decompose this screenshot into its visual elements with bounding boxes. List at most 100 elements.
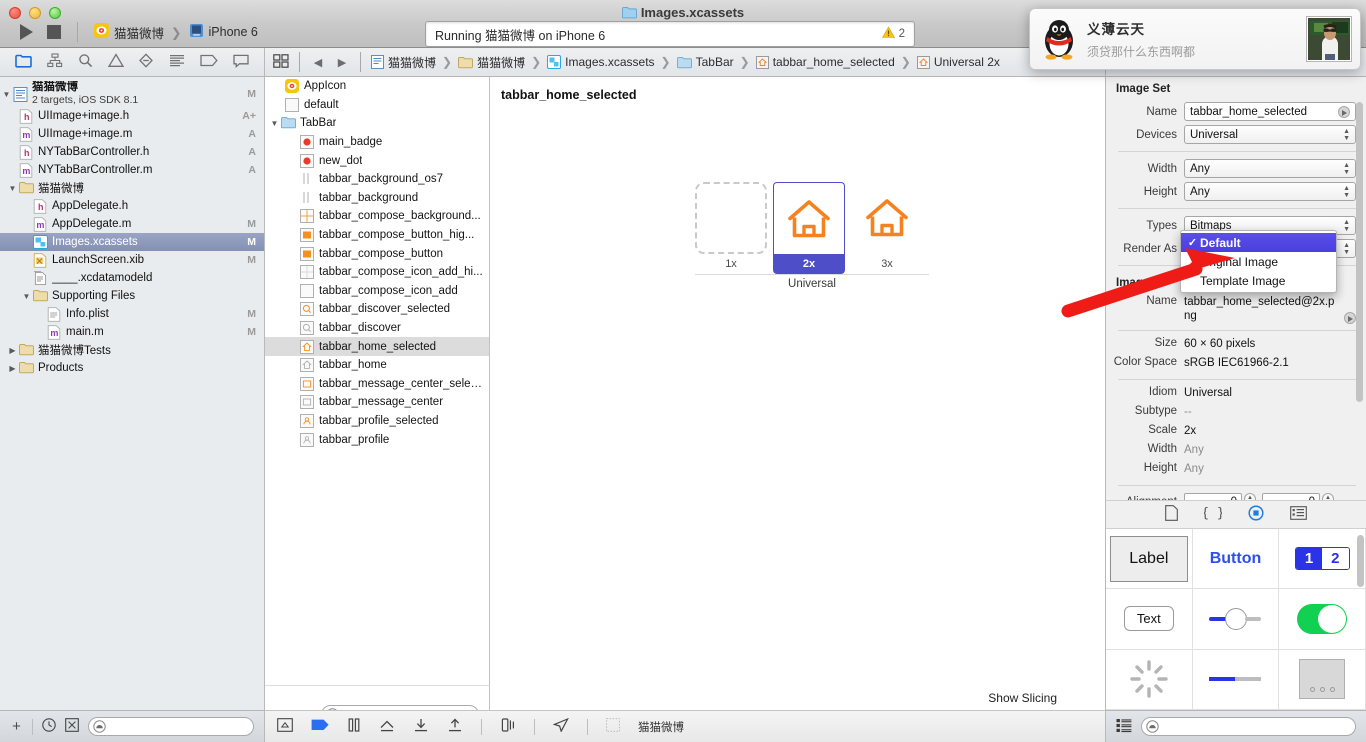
run-button[interactable]	[20, 24, 33, 40]
tree-row[interactable]: LaunchScreen.xib M	[0, 251, 264, 269]
activity-status-field[interactable]: Running 猫猫微博 on iPhone 6 2	[425, 21, 915, 47]
reveal-icon[interactable]	[1338, 105, 1350, 118]
navigator-selector-bar[interactable]	[0, 48, 265, 77]
step-into-icon[interactable]	[413, 718, 429, 735]
library-search-input[interactable]	[1141, 717, 1356, 736]
pause-icon[interactable]	[347, 718, 361, 735]
asset-row[interactable]: tabbar_profile	[265, 430, 489, 449]
tree-row-group[interactable]: ▶ Products	[0, 359, 264, 377]
project-navigator-icon[interactable]	[15, 53, 33, 71]
asset-row-selected[interactable]: tabbar_home_selected	[265, 337, 489, 356]
asset-row[interactable]: default	[265, 96, 489, 115]
asset-row[interactable]: main_badge	[265, 133, 489, 152]
asset-group-row[interactable]: ▼ TabBar	[265, 114, 489, 133]
location-arrow-icon[interactable]	[552, 717, 569, 735]
show-slicing-bar[interactable]: Show Slicing	[490, 686, 1105, 710]
breadcrumb-item-0[interactable]: 猫猫微博	[371, 54, 436, 71]
code-snippet-library-icon[interactable]: { }	[1201, 505, 1224, 524]
library-item-button[interactable]: Button	[1192, 529, 1280, 590]
debug-navigator-icon[interactable]	[169, 54, 185, 70]
width-popup[interactable]: Any ▲ ▼	[1184, 159, 1356, 178]
scale-slot-1x[interactable]: 1x	[695, 182, 767, 274]
filter-search-input[interactable]	[88, 717, 254, 736]
step-out-icon[interactable]	[447, 718, 463, 735]
asset-row[interactable]: tabbar_message_center	[265, 393, 489, 412]
field-row-width[interactable]: Width Any ▲ ▼	[1106, 157, 1366, 180]
back-button[interactable]: ◀	[310, 56, 326, 69]
project-navigator[interactable]: ▼ 猫猫微博 2 targets, iOS SDK 8.1 M h UIImag…	[0, 77, 265, 710]
asset-row[interactable]: tabbar_discover	[265, 319, 489, 338]
library-item-page-control[interactable]	[1279, 649, 1366, 710]
slot-image-3x[interactable]	[851, 182, 923, 254]
asset-row[interactable]: tabbar_profile_selected	[265, 412, 489, 431]
editor-jump-bar[interactable]: ◀ ▶ 猫猫微博 ❯ 猫猫微博 ❯ Images.xcassets ❯ TabB…	[265, 48, 1105, 77]
hierarchy-navigator-icon[interactable]	[47, 53, 63, 71]
filter-icon[interactable]	[65, 718, 79, 735]
object-library-icon[interactable]	[1248, 505, 1264, 524]
test-navigator-icon[interactable]	[138, 53, 154, 71]
library-scrollbar[interactable]	[1357, 535, 1364, 587]
slot-image-2x[interactable]	[773, 182, 845, 254]
issue-counter[interactable]: 2	[881, 26, 905, 42]
library-item-slider[interactable]	[1192, 589, 1280, 650]
inspector-scrollbar[interactable]	[1356, 102, 1363, 402]
dropdown-option-original-image[interactable]: Original Image	[1181, 252, 1336, 271]
field-row-devices[interactable]: Devices Universal ▲ ▼	[1106, 123, 1366, 146]
breakpoint-navigator-icon[interactable]	[200, 54, 218, 70]
report-navigator-icon[interactable]	[232, 54, 249, 71]
library-item-progress-view[interactable]	[1192, 649, 1280, 710]
asset-row[interactable]: tabbar_compose_icon_add_hi...	[265, 263, 489, 282]
tree-row[interactable]: Info.plist M	[0, 305, 264, 323]
qq-notification-banner[interactable]: 义薄云天 须贷那什么东西啊都	[1029, 8, 1361, 70]
disclosure-triangle[interactable]: ▶	[6, 364, 19, 373]
asset-row[interactable]: tabbar_background_os7	[265, 170, 489, 189]
asset-row[interactable]: new_dot	[265, 151, 489, 170]
asset-catalog-list[interactable]: AppIcon default ▼ TabBar main_badge new_…	[265, 77, 490, 685]
tree-row[interactable]: m UIImage+image.m A	[0, 125, 264, 143]
breadcrumb-item-4[interactable]: tabbar_home_selected	[755, 55, 895, 69]
breadcrumb[interactable]: 猫猫微博 ❯ 猫猫微博 ❯ Images.xcassets ❯ TabBar ❯…	[371, 54, 1000, 71]
breadcrumb-item-5[interactable]: Universal 2x	[916, 55, 1000, 69]
tree-row-project[interactable]: ▼ 猫猫微博 2 targets, iOS SDK 8.1 M	[0, 81, 264, 107]
tree-row[interactable]: h AppDelegate.h	[0, 197, 264, 215]
stop-button[interactable]	[47, 25, 61, 39]
library-item-segmented-control[interactable]: 12	[1279, 529, 1366, 590]
scheme-selector[interactable]: 猫猫微博 ❯ iPhone 6	[94, 23, 258, 42]
library-item-label[interactable]: Label	[1106, 529, 1193, 590]
asset-row[interactable]: tabbar_background	[265, 189, 489, 208]
disclosure-triangle[interactable]: ▶	[6, 346, 19, 355]
asset-row[interactable]: tabbar_discover_selected	[265, 300, 489, 319]
simulate-location-icon[interactable]	[500, 718, 516, 735]
slot-dropzone-1x[interactable]	[695, 182, 767, 254]
library-selector-bar[interactable]: { }	[1105, 500, 1366, 528]
devices-popup[interactable]: Universal ▲ ▼	[1184, 125, 1356, 144]
clock-icon[interactable]	[42, 718, 56, 735]
add-button[interactable]: +	[10, 718, 23, 735]
library-item-text-field[interactable]: Text	[1106, 589, 1193, 650]
tree-row-group[interactable]: ▶ 猫猫微博Tests	[0, 341, 264, 359]
tree-row[interactable]: m AppDelegate.m M	[0, 215, 264, 233]
reveal-icon[interactable]	[1344, 311, 1356, 324]
asset-row[interactable]: tabbar_message_center_selected	[265, 375, 489, 394]
debug-bar[interactable]: 猫猫微博	[265, 710, 1105, 742]
file-tree[interactable]: ▼ 猫猫微博 2 targets, iOS SDK 8.1 M h UIImag…	[0, 77, 264, 377]
tree-row[interactable]: m main.m M	[0, 323, 264, 341]
library-item-switch[interactable]	[1279, 589, 1366, 650]
asset-row[interactable]: AppIcon	[265, 77, 489, 96]
library-footer[interactable]	[1105, 710, 1366, 742]
asset-row[interactable]: tabbar_compose_button	[265, 244, 489, 263]
scale-slot-3x[interactable]: 3x	[851, 182, 923, 274]
field-row-name[interactable]: Name tabbar_home_selected	[1106, 100, 1366, 123]
tree-row[interactable]: m NYTabBarController.m A	[0, 161, 264, 179]
dropdown-option-default[interactable]: ✓ Default	[1181, 233, 1336, 252]
name-input[interactable]: tabbar_home_selected	[1184, 102, 1356, 121]
breadcrumb-item-1[interactable]: 猫猫微博	[458, 54, 525, 71]
asset-row[interactable]: tabbar_home	[265, 356, 489, 375]
dropdown-option-template-image[interactable]: Template Image	[1181, 271, 1336, 290]
object-library-grid[interactable]: Label Button 12 Text	[1105, 528, 1366, 710]
disclosure-triangle[interactable]: ▼	[6, 184, 19, 193]
show-slicing-button[interactable]: Show Slicing	[988, 691, 1057, 705]
tree-row[interactable]: h NYTabBarController.h A	[0, 143, 264, 161]
disclosure-triangle[interactable]: ▼	[268, 119, 281, 128]
breadcrumb-item-2[interactable]: Images.xcassets	[547, 55, 655, 69]
